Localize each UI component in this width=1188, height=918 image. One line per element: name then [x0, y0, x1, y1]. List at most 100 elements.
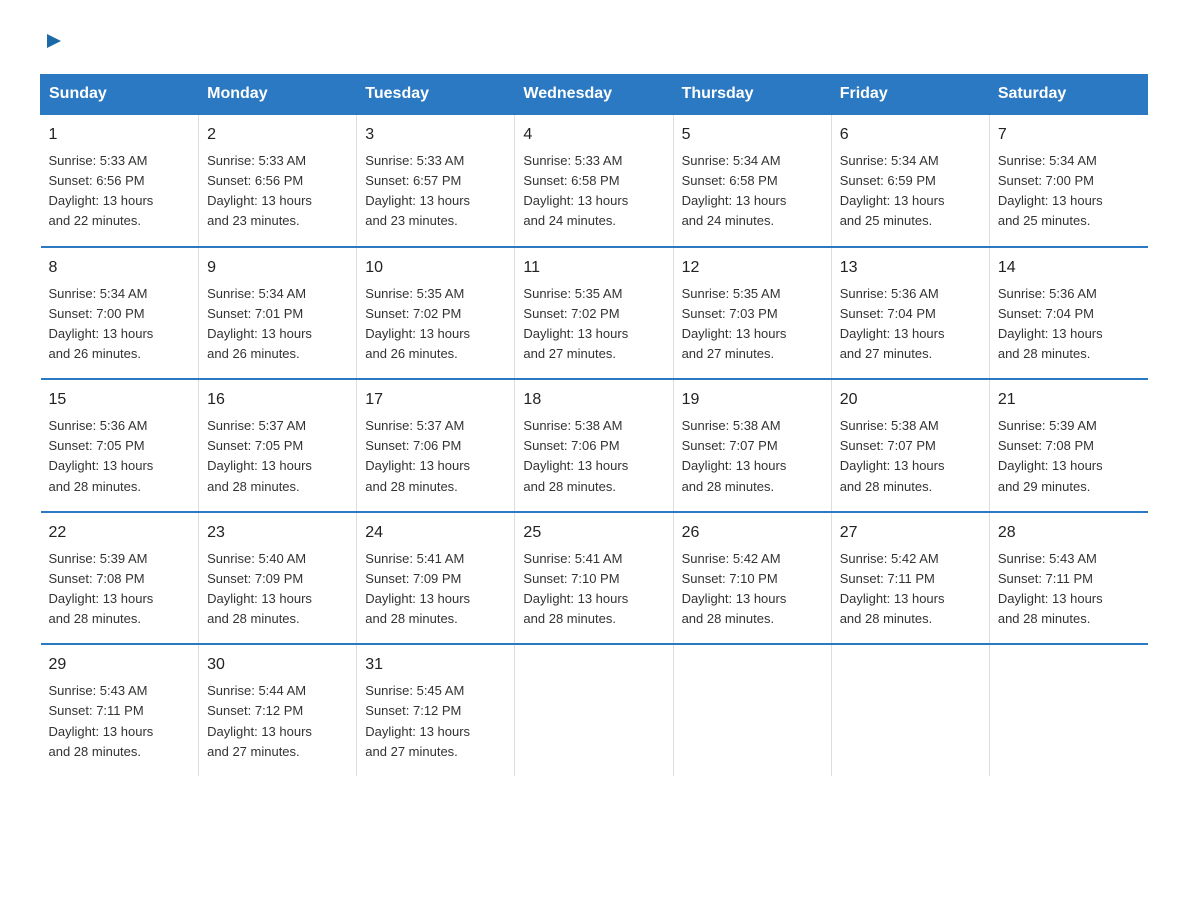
calendar-cell: 23 Sunrise: 5:40 AM Sunset: 7:09 PM Dayli…: [199, 512, 357, 645]
day-info: Sunrise: 5:41 AM Sunset: 7:09 PM Dayligh…: [365, 549, 506, 630]
day-number: 21: [998, 388, 1140, 412]
day-info: Sunrise: 5:35 AM Sunset: 7:02 PM Dayligh…: [365, 284, 506, 365]
day-info: Sunrise: 5:40 AM Sunset: 7:09 PM Dayligh…: [207, 549, 348, 630]
day-number: 10: [365, 256, 506, 280]
day-number: 7: [998, 123, 1140, 147]
day-number: 5: [682, 123, 823, 147]
day-info: Sunrise: 5:33 AM Sunset: 6:56 PM Dayligh…: [207, 151, 348, 232]
logo: [40, 30, 65, 54]
day-info: Sunrise: 5:37 AM Sunset: 7:05 PM Dayligh…: [207, 416, 348, 497]
day-number: 18: [523, 388, 664, 412]
day-number: 19: [682, 388, 823, 412]
calendar-cell: 16 Sunrise: 5:37 AM Sunset: 7:05 PM Dayli…: [199, 379, 357, 512]
day-info: Sunrise: 5:38 AM Sunset: 7:06 PM Dayligh…: [523, 416, 664, 497]
day-info: Sunrise: 5:42 AM Sunset: 7:11 PM Dayligh…: [840, 549, 981, 630]
calendar-header-tuesday: Tuesday: [357, 75, 515, 115]
calendar-cell: 25 Sunrise: 5:41 AM Sunset: 7:10 PM Dayli…: [515, 512, 673, 645]
calendar-cell: [673, 644, 831, 776]
calendar-cell: 28Sunrise: 5:43 AM Sunset: 7:11 PM Dayli…: [989, 512, 1147, 645]
calendar-cell: 18 Sunrise: 5:38 AM Sunset: 7:06 PM Dayli…: [515, 379, 673, 512]
day-info: Sunrise: 5:43 AM Sunset: 7:11 PM Dayligh…: [49, 681, 191, 762]
calendar-cell: 10 Sunrise: 5:35 AM Sunset: 7:02 PM Dayli…: [357, 247, 515, 380]
calendar-cell: 27 Sunrise: 5:42 AM Sunset: 7:11 PM Dayli…: [831, 512, 989, 645]
calendar-week-2: 8 Sunrise: 5:34 AM Sunset: 7:00 PM Daylig…: [41, 247, 1148, 380]
calendar-cell: 8 Sunrise: 5:34 AM Sunset: 7:00 PM Daylig…: [41, 247, 199, 380]
calendar-cell: 22Sunrise: 5:39 AM Sunset: 7:08 PM Dayli…: [41, 512, 199, 645]
day-number: 25: [523, 521, 664, 545]
calendar-cell: 5 Sunrise: 5:34 AM Sunset: 6:58 PM Daylig…: [673, 114, 831, 247]
day-info: Sunrise: 5:36 AM Sunset: 7:04 PM Dayligh…: [840, 284, 981, 365]
calendar-cell: [515, 644, 673, 776]
calendar-cell: 4Sunrise: 5:33 AM Sunset: 6:58 PM Daylig…: [515, 114, 673, 247]
day-number: 27: [840, 521, 981, 545]
calendar-cell: 9Sunrise: 5:34 AM Sunset: 7:01 PM Daylig…: [199, 247, 357, 380]
day-info: Sunrise: 5:37 AM Sunset: 7:06 PM Dayligh…: [365, 416, 506, 497]
calendar-cell: 2 Sunrise: 5:33 AM Sunset: 6:56 PM Daylig…: [199, 114, 357, 247]
day-number: 24: [365, 521, 506, 545]
day-info: Sunrise: 5:44 AM Sunset: 7:12 PM Dayligh…: [207, 681, 348, 762]
day-number: 15: [49, 388, 191, 412]
calendar-header-wednesday: Wednesday: [515, 75, 673, 115]
calendar-cell: 19 Sunrise: 5:38 AM Sunset: 7:07 PM Dayli…: [673, 379, 831, 512]
day-number: 11: [523, 256, 664, 280]
day-info: Sunrise: 5:35 AM Sunset: 7:02 PM Dayligh…: [523, 284, 664, 365]
day-info: Sunrise: 5:34 AM Sunset: 7:01 PM Dayligh…: [207, 284, 348, 365]
day-number: 26: [682, 521, 823, 545]
calendar-cell: 3 Sunrise: 5:33 AM Sunset: 6:57 PM Daylig…: [357, 114, 515, 247]
calendar-header-monday: Monday: [199, 75, 357, 115]
logo-arrow-icon: [43, 30, 65, 52]
day-info: Sunrise: 5:41 AM Sunset: 7:10 PM Dayligh…: [523, 549, 664, 630]
calendar-cell: 13 Sunrise: 5:36 AM Sunset: 7:04 PM Dayli…: [831, 247, 989, 380]
day-number: 30: [207, 653, 348, 677]
day-number: 13: [840, 256, 981, 280]
day-number: 31: [365, 653, 506, 677]
calendar-cell: 15 Sunrise: 5:36 AM Sunset: 7:05 PM Dayli…: [41, 379, 199, 512]
day-info: Sunrise: 5:45 AM Sunset: 7:12 PM Dayligh…: [365, 681, 506, 762]
calendar-cell: 21Sunrise: 5:39 AM Sunset: 7:08 PM Dayli…: [989, 379, 1147, 512]
calendar-cell: 14Sunrise: 5:36 AM Sunset: 7:04 PM Dayli…: [989, 247, 1147, 380]
calendar-cell: 7Sunrise: 5:34 AM Sunset: 7:00 PM Daylig…: [989, 114, 1147, 247]
calendar-cell: 17 Sunrise: 5:37 AM Sunset: 7:06 PM Dayli…: [357, 379, 515, 512]
header: [40, 30, 1148, 54]
day-number: 23: [207, 521, 348, 545]
calendar-cell: 29Sunrise: 5:43 AM Sunset: 7:11 PM Dayli…: [41, 644, 199, 776]
calendar-header-friday: Friday: [831, 75, 989, 115]
day-info: Sunrise: 5:34 AM Sunset: 7:00 PM Dayligh…: [49, 284, 191, 365]
day-number: 17: [365, 388, 506, 412]
calendar-cell: 6 Sunrise: 5:34 AM Sunset: 6:59 PM Daylig…: [831, 114, 989, 247]
calendar-cell: 20 Sunrise: 5:38 AM Sunset: 7:07 PM Dayli…: [831, 379, 989, 512]
day-info: Sunrise: 5:33 AM Sunset: 6:56 PM Dayligh…: [49, 151, 191, 232]
day-number: 20: [840, 388, 981, 412]
calendar-cell: 1 Sunrise: 5:33 AM Sunset: 6:56 PM Daylig…: [41, 114, 199, 247]
calendar-cell: 12Sunrise: 5:35 AM Sunset: 7:03 PM Dayli…: [673, 247, 831, 380]
calendar-week-4: 22Sunrise: 5:39 AM Sunset: 7:08 PM Dayli…: [41, 512, 1148, 645]
calendar-header-sunday: Sunday: [41, 75, 199, 115]
calendar-week-5: 29Sunrise: 5:43 AM Sunset: 7:11 PM Dayli…: [41, 644, 1148, 776]
calendar-cell: 31 Sunrise: 5:45 AM Sunset: 7:12 PM Dayli…: [357, 644, 515, 776]
calendar-table: SundayMondayTuesdayWednesdayThursdayFrid…: [40, 74, 1148, 776]
day-info: Sunrise: 5:34 AM Sunset: 6:59 PM Dayligh…: [840, 151, 981, 232]
day-info: Sunrise: 5:38 AM Sunset: 7:07 PM Dayligh…: [840, 416, 981, 497]
calendar-cell: 24 Sunrise: 5:41 AM Sunset: 7:09 PM Dayli…: [357, 512, 515, 645]
day-number: 16: [207, 388, 348, 412]
day-number: 1: [49, 123, 191, 147]
calendar-cell: 26 Sunrise: 5:42 AM Sunset: 7:10 PM Dayli…: [673, 512, 831, 645]
day-number: 3: [365, 123, 506, 147]
calendar-cell: 30 Sunrise: 5:44 AM Sunset: 7:12 PM Dayli…: [199, 644, 357, 776]
calendar-cell: [831, 644, 989, 776]
day-info: Sunrise: 5:38 AM Sunset: 7:07 PM Dayligh…: [682, 416, 823, 497]
day-number: 2: [207, 123, 348, 147]
calendar-week-3: 15 Sunrise: 5:36 AM Sunset: 7:05 PM Dayli…: [41, 379, 1148, 512]
calendar-header-saturday: Saturday: [989, 75, 1147, 115]
day-info: Sunrise: 5:33 AM Sunset: 6:58 PM Dayligh…: [523, 151, 664, 232]
calendar-week-1: 1 Sunrise: 5:33 AM Sunset: 6:56 PM Daylig…: [41, 114, 1148, 247]
day-info: Sunrise: 5:33 AM Sunset: 6:57 PM Dayligh…: [365, 151, 506, 232]
day-info: Sunrise: 5:42 AM Sunset: 7:10 PM Dayligh…: [682, 549, 823, 630]
day-number: 22: [49, 521, 191, 545]
day-info: Sunrise: 5:36 AM Sunset: 7:05 PM Dayligh…: [49, 416, 191, 497]
calendar-cell: 11 Sunrise: 5:35 AM Sunset: 7:02 PM Dayli…: [515, 247, 673, 380]
day-number: 8: [49, 256, 191, 280]
day-number: 6: [840, 123, 981, 147]
day-info: Sunrise: 5:34 AM Sunset: 6:58 PM Dayligh…: [682, 151, 823, 232]
day-info: Sunrise: 5:35 AM Sunset: 7:03 PM Dayligh…: [682, 284, 823, 365]
